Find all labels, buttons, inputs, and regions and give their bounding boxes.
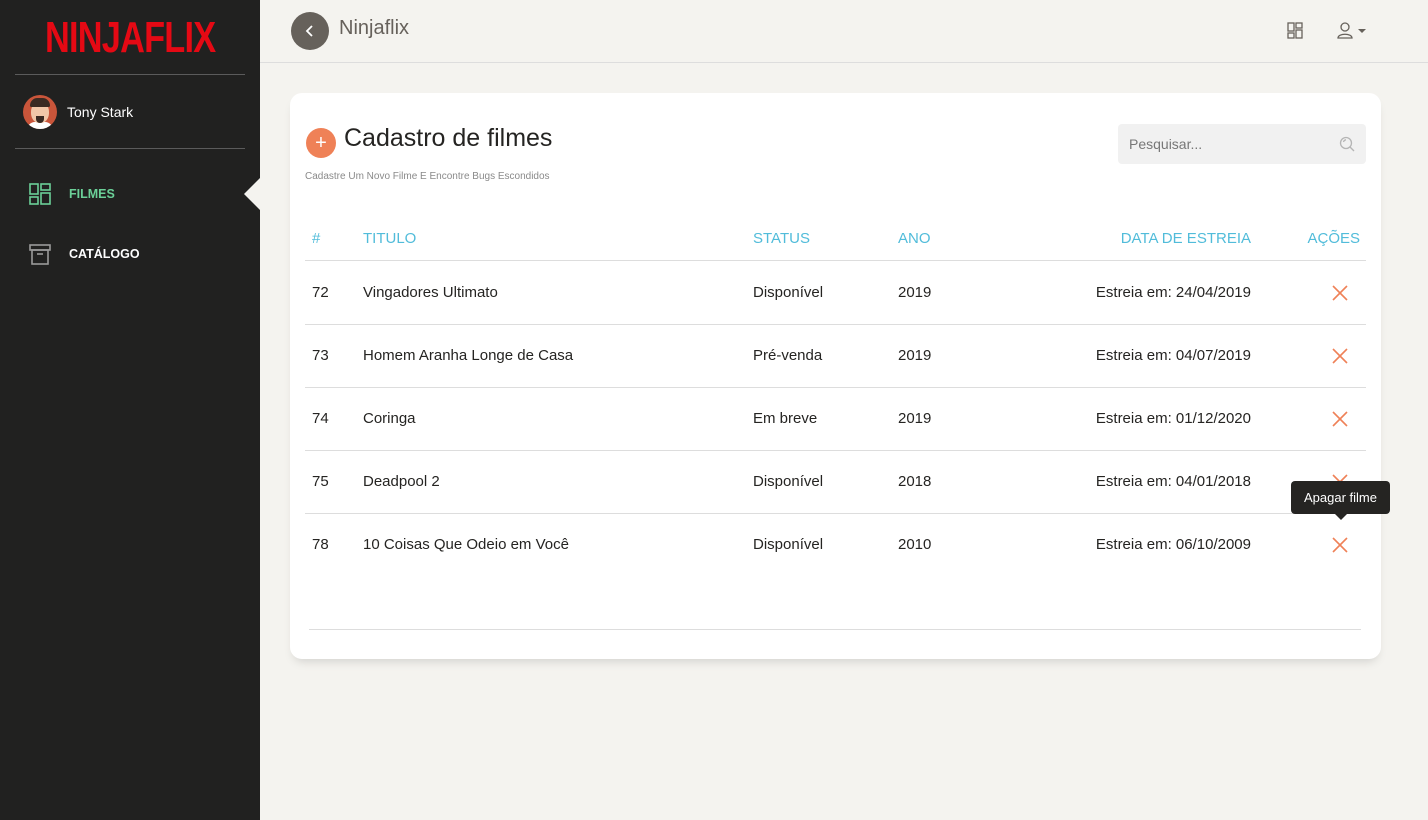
cell-status: Em breve xyxy=(753,410,818,427)
cell-year: 2019 xyxy=(898,410,932,427)
sidebar-divider xyxy=(15,148,245,149)
sidebar: NINJAFLIX Tony Stark FILMES CATÁLOGO xyxy=(0,0,260,820)
column-header-id: # xyxy=(312,230,321,247)
column-header-actions: AÇÕES xyxy=(1307,230,1360,247)
cell-id: 75 xyxy=(312,473,329,490)
archive-icon xyxy=(27,241,53,267)
delete-tooltip: Apagar filme xyxy=(1291,481,1390,520)
table-row: 73 Homem Aranha Longe de Casa Pré-venda 201… xyxy=(305,325,1366,388)
card-footer-divider xyxy=(309,629,1361,630)
cell-release-date: Estreia em: 04/07/2019 xyxy=(1095,347,1251,364)
cell-title: 10 Coisas Que Odeio em Você xyxy=(363,536,569,553)
topbar: Ninjaflix xyxy=(260,0,1428,63)
search-input[interactable] xyxy=(1129,136,1334,152)
cell-title: Vingadores Ultimato xyxy=(363,284,498,301)
user-profile[interactable]: Tony Stark xyxy=(23,95,133,129)
delete-movie-button[interactable] xyxy=(1331,410,1349,428)
dashboard-icon[interactable] xyxy=(1287,22,1303,39)
logo-text: NINJAFLIX xyxy=(44,13,216,62)
delete-movie-button[interactable] xyxy=(1331,284,1349,302)
sidebar-item-label: CATÁLOGO xyxy=(69,247,140,261)
dashboard-icon xyxy=(27,181,53,207)
cell-id: 72 xyxy=(312,284,329,301)
cell-release-date: Estreia em: 24/04/2019 xyxy=(1095,284,1251,301)
cell-title: Deadpool 2 xyxy=(363,473,440,490)
cell-release-date: Estreia em: 01/12/2020 xyxy=(1095,410,1251,427)
table-row: 78 10 Coisas Que Odeio em Você Disponível 2… xyxy=(305,514,1366,577)
cell-id: 78 xyxy=(312,536,329,553)
cell-release-date: Estreia em: 06/10/2009 xyxy=(1095,536,1251,553)
table-row: 75 Deadpool 2 Disponível 2018 Estreia em: 04… xyxy=(305,451,1366,514)
caret-down-icon xyxy=(1358,28,1366,33)
cell-year: 2010 xyxy=(898,536,932,553)
cell-status: Disponível xyxy=(753,536,824,553)
sidebar-item-label: FILMES xyxy=(69,187,115,201)
back-button[interactable] xyxy=(291,12,329,50)
cell-year: 2018 xyxy=(898,473,932,490)
user-icon xyxy=(1337,22,1353,39)
avatar xyxy=(23,95,57,129)
cell-year: 2019 xyxy=(898,284,932,301)
user-name: Tony Stark xyxy=(67,104,134,120)
column-header-year: ANO xyxy=(898,230,931,247)
user-menu-button[interactable] xyxy=(1337,22,1367,39)
page-title: Cadastro de filmes xyxy=(344,124,553,152)
cell-title: Coringa xyxy=(363,410,416,427)
active-caret xyxy=(244,178,260,210)
cell-id: 74 xyxy=(312,410,329,427)
cell-id: 73 xyxy=(312,347,329,364)
close-icon xyxy=(1332,411,1348,427)
column-header-status: STATUS xyxy=(753,230,810,247)
cell-title: Homem Aranha Longe de Casa xyxy=(363,347,574,364)
table-header: # TITULO STATUS ANO DATA DE ESTREIA AÇÕE… xyxy=(305,218,1366,261)
cell-year: 2019 xyxy=(898,347,932,364)
page-subtitle: Cadastre Um Novo Filme E Encontre Bugs E… xyxy=(305,171,550,182)
cell-status: Pré-venda xyxy=(753,347,823,364)
close-icon xyxy=(1332,285,1348,301)
search-box xyxy=(1118,124,1366,164)
close-icon xyxy=(1332,537,1348,553)
search-icon[interactable] xyxy=(1339,136,1355,156)
chevron-left-icon xyxy=(305,25,313,37)
cell-status: Disponível xyxy=(753,473,824,490)
close-icon xyxy=(1332,348,1348,364)
add-movie-button[interactable]: + xyxy=(306,128,336,158)
column-header-title: TITULO xyxy=(363,230,417,247)
delete-movie-button[interactable] xyxy=(1331,347,1349,365)
table-row: 74 Coringa Em breve 2019 Estreia em: 01/12/2… xyxy=(305,388,1366,451)
cell-status: Disponível xyxy=(753,284,824,301)
sidebar-divider xyxy=(15,74,245,75)
movies-card: + Cadastro de filmes Cadastre Um Novo Fi… xyxy=(290,93,1381,659)
brand-title: Ninjaflix xyxy=(339,17,410,39)
delete-movie-button[interactable] xyxy=(1331,536,1349,554)
sidebar-item-filmes[interactable]: FILMES xyxy=(27,179,115,209)
ninjaflix-logo[interactable]: NINJAFLIX xyxy=(15,10,245,65)
column-header-release: DATA DE ESTREIA xyxy=(1120,230,1251,247)
cell-release-date: Estreia em: 04/01/2018 xyxy=(1095,473,1251,490)
table-row: 72 Vingadores Ultimato Disponível 2019 Estre… xyxy=(305,262,1366,325)
sidebar-item-catalogo[interactable]: CATÁLOGO xyxy=(27,239,140,269)
